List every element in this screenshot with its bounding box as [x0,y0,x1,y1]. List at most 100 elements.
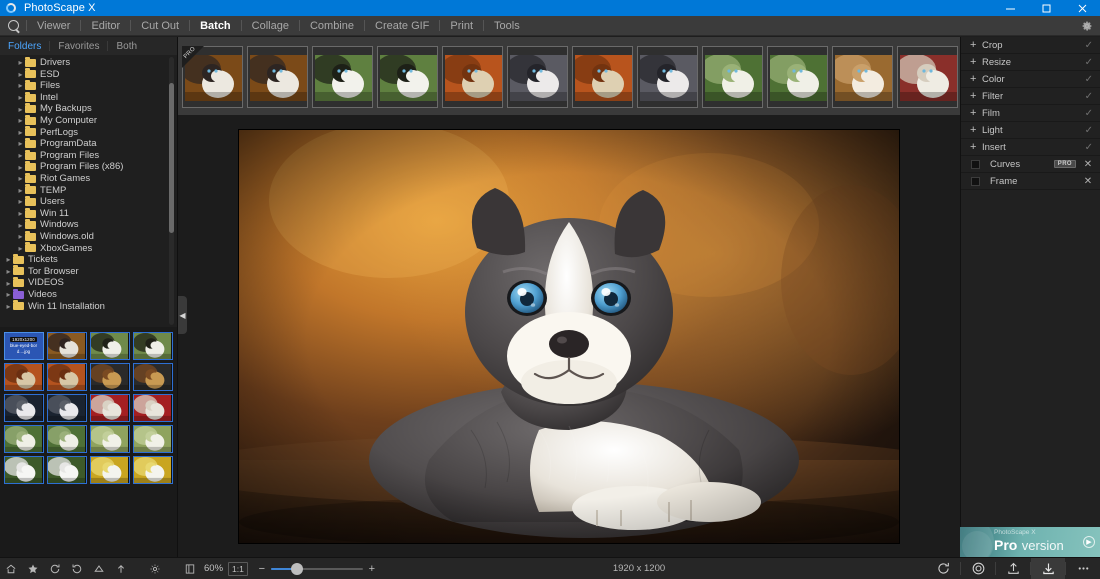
folder-tree-scrollbar[interactable] [169,83,174,233]
chevron-right-icon[interactable]: ▸ [16,81,25,90]
export-icon[interactable] [996,558,1030,579]
thumbnail-item[interactable] [133,456,173,484]
plus-icon[interactable]: + [970,142,982,153]
zoom-slider-group[interactable]: − + [257,563,377,575]
tab-cut-out[interactable]: Cut Out [131,16,189,36]
thumbnail-item[interactable] [47,363,87,391]
effect-row-film[interactable]: +Film✓ [961,105,1100,122]
thumbnail-item[interactable] [4,456,44,484]
fit-screen-icon[interactable] [178,558,202,579]
up-arrow-icon[interactable] [110,558,132,579]
chevron-right-icon[interactable]: ▸ [16,151,25,160]
refresh-icon[interactable] [44,558,66,579]
thumbnail-selected[interactable]: 1920x1200blue-eyed-bord....jpg [4,332,44,360]
folder-tree-item[interactable]: ▸XboxGames [0,243,177,255]
plus-icon[interactable]: + [970,74,982,85]
filmstrip-thumbnail[interactable] [507,46,568,108]
thumbnail-item[interactable] [47,425,87,453]
folder-tree-item[interactable]: ▸Win 11 [0,208,177,220]
chevron-right-icon[interactable]: ▸ [4,279,13,288]
effect-row-curves[interactable]: CurvesPRO✕ [961,156,1100,173]
folder-tree-item[interactable]: ▸My Backups [0,103,177,115]
chevron-right-icon[interactable]: ▸ [16,197,25,206]
folder-tree-item[interactable]: ▸Riot Games [0,173,177,185]
tab-viewer[interactable]: Viewer [27,16,80,36]
tab-editor[interactable]: Editor [81,16,130,36]
back-arrow-icon[interactable] [66,558,88,579]
plus-icon[interactable]: + [970,91,982,102]
chevron-right-icon[interactable]: ▸ [16,128,25,137]
plus-icon[interactable]: + [970,57,982,68]
chevron-right-icon[interactable]: ▸ [4,290,13,299]
tab-print[interactable]: Print [440,16,483,36]
plus-icon[interactable]: + [970,40,982,51]
thumbnail-item[interactable] [133,363,173,391]
rotate-icon[interactable] [926,558,960,579]
thumbnail-item[interactable] [4,394,44,422]
filmstrip-thumbnail[interactable]: PRO [182,46,243,108]
chevron-right-icon[interactable]: ▸ [16,70,25,79]
filmstrip-thumbnail[interactable] [377,46,438,108]
chevron-right-icon[interactable]: ▸ [16,186,25,195]
folder-tree[interactable]: ▸Drivers▸ESD▸Files▸Intel▸My Backups▸My C… [0,55,177,327]
chevron-right-icon[interactable]: ▸ [16,244,25,253]
close-button[interactable] [1064,0,1100,16]
thumbnail-item[interactable] [47,394,87,422]
star-icon[interactable] [22,558,44,579]
more-icon[interactable] [1066,558,1100,579]
swatch-icon[interactable] [971,160,980,169]
zoom-slider-track[interactable] [271,568,363,570]
target-icon[interactable] [961,558,995,579]
folder-tree-item[interactable]: ▸ProgramData [0,138,177,150]
gear-icon[interactable] [1074,16,1100,36]
folder-tree-item[interactable]: ▸VIDEOS [0,277,177,289]
plus-icon[interactable]: + [970,125,982,136]
filmstrip-thumbnail[interactable] [832,46,893,108]
chevron-right-icon[interactable]: ▸ [4,302,13,311]
thumbnail-item[interactable] [133,332,173,360]
filmstrip[interactable]: PRO [178,37,960,115]
effect-row-color[interactable]: +Color✓ [961,71,1100,88]
zoom-slider-knob[interactable] [291,563,303,575]
thumbnail-item[interactable] [47,332,87,360]
effect-row-insert[interactable]: +Insert✓ [961,139,1100,156]
effect-row-filter[interactable]: +Filter✓ [961,88,1100,105]
tab-combine[interactable]: Combine [300,16,364,36]
folder-tree-item[interactable]: ▸Users [0,196,177,208]
tab-batch[interactable]: Batch [190,16,241,36]
sidebar-tab-both[interactable]: Both [108,37,145,55]
filmstrip-thumbnail[interactable] [637,46,698,108]
magnifier-logo-icon[interactable] [0,16,26,36]
filmstrip-thumbnail[interactable] [442,46,503,108]
chevron-right-icon[interactable]: ▸ [16,116,25,125]
tab-collage[interactable]: Collage [242,16,299,36]
chevron-right-icon[interactable]: ▸ [16,93,25,102]
maximize-button[interactable] [1028,0,1064,16]
thumbnail-item[interactable] [133,394,173,422]
folder-tree-item[interactable]: ▸Win 11 Installation [0,300,177,312]
thumbnail-item[interactable] [4,363,44,391]
chevron-right-icon[interactable]: ▸ [16,209,25,218]
thumbnail-item[interactable] [4,425,44,453]
thumbnail-item[interactable] [90,456,130,484]
chevron-right-icon[interactable]: ▸ [16,105,25,114]
chevron-right-icon[interactable]: ▸ [16,221,25,230]
effect-row-light[interactable]: +Light✓ [961,122,1100,139]
effect-row-resize[interactable]: +Resize✓ [961,54,1100,71]
folder-tree-item[interactable]: ▸Videos [0,289,177,301]
folder-tree-item[interactable]: ▸Windows [0,219,177,231]
filmstrip-thumbnail[interactable] [572,46,633,108]
chevron-right-icon[interactable]: ▸ [4,255,13,264]
image-canvas[interactable] [178,115,960,557]
folder-tree-item[interactable]: ▸TEMP [0,185,177,197]
sidebar-tab-folders[interactable]: Folders [0,37,49,55]
thumbnail-item[interactable] [47,456,87,484]
chevron-right-icon[interactable]: ▸ [16,232,25,241]
close-icon[interactable]: ✕ [1083,159,1093,170]
gear-icon[interactable] [144,558,166,579]
folder-tree-item[interactable]: ▸Tickets [0,254,177,266]
folder-tree-item[interactable]: ▸Windows.old [0,231,177,243]
folder-tree-item[interactable]: ▸My Computer [0,115,177,127]
thumbnail-item[interactable] [90,332,130,360]
zoom-out-button[interactable]: − [257,563,267,575]
